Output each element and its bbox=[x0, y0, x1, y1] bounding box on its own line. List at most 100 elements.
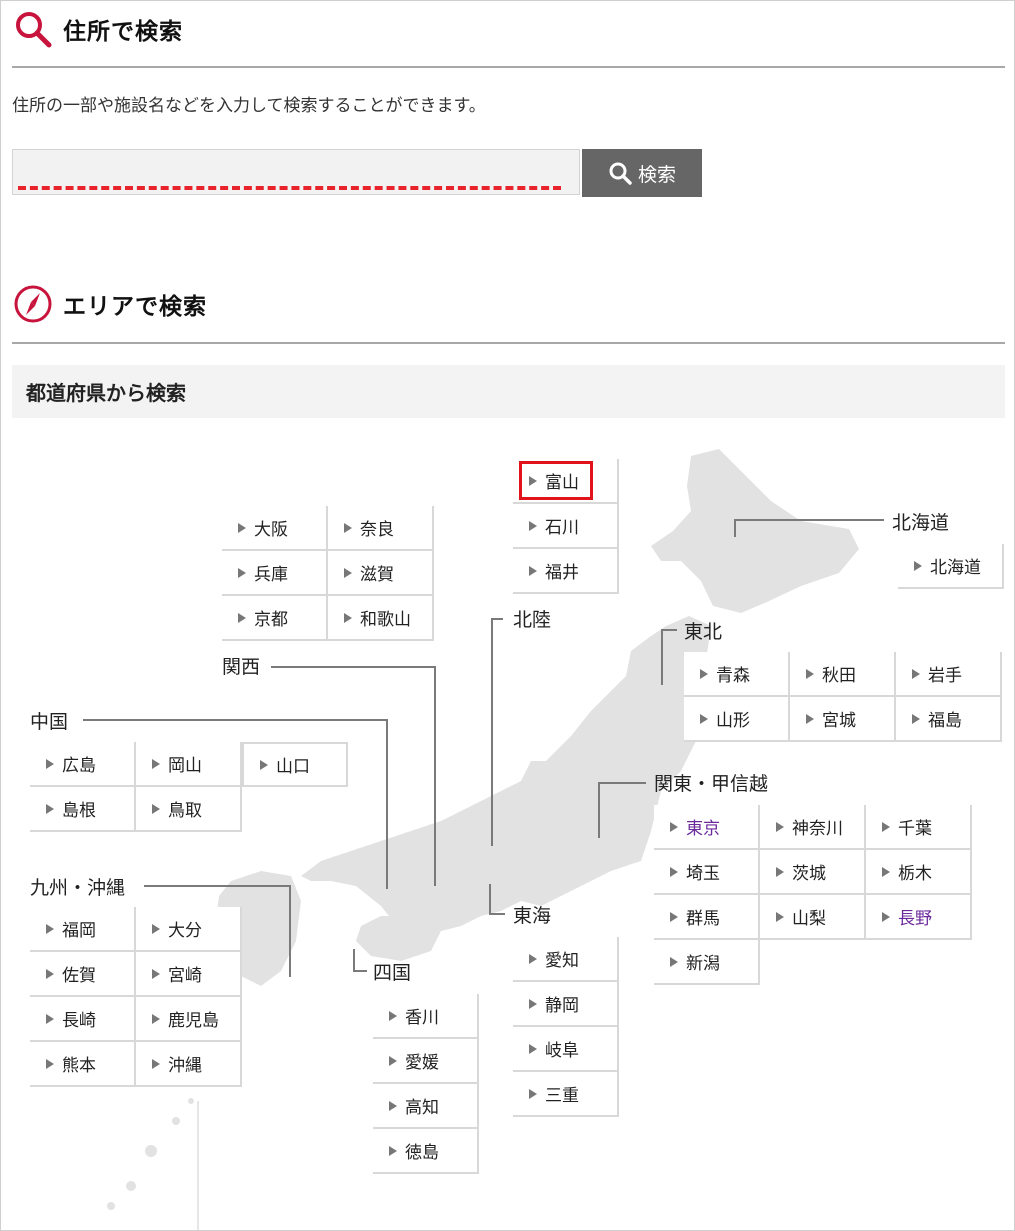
triangle-right-icon bbox=[46, 1013, 54, 1024]
prefecture-link[interactable]: 佐賀 bbox=[30, 952, 136, 997]
prefecture-link[interactable]: 島根 bbox=[30, 787, 136, 832]
triangle-right-icon bbox=[260, 759, 268, 770]
prefecture-label: 鳥取 bbox=[168, 801, 202, 821]
region-label-hokkaido: 北海道 bbox=[892, 512, 950, 534]
triangle-right-icon bbox=[344, 612, 352, 623]
prefecture-label: 千葉 bbox=[898, 819, 932, 839]
prefecture-link[interactable]: 富山 bbox=[513, 459, 619, 504]
triangle-right-icon bbox=[912, 668, 920, 679]
prefecture-link[interactable]: 鳥取 bbox=[136, 787, 242, 832]
prefecture-label: 和歌山 bbox=[360, 610, 411, 630]
kyushu-prefecture-grid: 福岡 大分佐賀 宮崎長崎 鹿児島熊本 沖縄 bbox=[30, 907, 242, 1087]
prefecture-link[interactable]: 熊本 bbox=[30, 1042, 136, 1087]
triangle-right-icon bbox=[670, 956, 678, 967]
prefecture-link[interactable]: 山梨 bbox=[760, 895, 866, 940]
prefecture-link[interactable]: 沖縄 bbox=[136, 1042, 242, 1087]
triangle-right-icon bbox=[529, 998, 537, 1009]
kanto-prefecture-grid: 東京 神奈川 千葉埼玉 茨城 栃木群馬 山梨 長野新潟 bbox=[654, 805, 972, 985]
prefecture-link[interactable]: 大分 bbox=[136, 907, 242, 952]
triangle-right-icon bbox=[529, 953, 537, 964]
triangle-right-icon bbox=[46, 758, 54, 769]
triangle-right-icon bbox=[882, 821, 890, 832]
prefecture-link[interactable]: 群馬 bbox=[654, 895, 760, 940]
prefecture-link[interactable]: 秋田 bbox=[790, 652, 896, 697]
prefecture-label: 熊本 bbox=[62, 1056, 96, 1076]
region-label-tohoku: 東北 bbox=[684, 621, 723, 643]
prefecture-link[interactable]: 岡山 bbox=[136, 742, 242, 787]
prefecture-link[interactable]: 長崎 bbox=[30, 997, 136, 1042]
prefecture-link[interactable]: 山形 bbox=[684, 697, 790, 742]
prefecture-label: 東京 bbox=[686, 819, 720, 839]
prefecture-link[interactable]: 静岡 bbox=[513, 982, 619, 1027]
prefecture-label: 岐阜 bbox=[545, 1041, 579, 1061]
triangle-right-icon bbox=[152, 758, 160, 769]
prefecture-link[interactable]: 高知 bbox=[373, 1084, 479, 1129]
prefecture-link[interactable]: 東京 bbox=[654, 805, 760, 850]
prefecture-link[interactable]: 愛知 bbox=[513, 937, 619, 982]
triangle-right-icon bbox=[670, 866, 678, 877]
kansai-prefecture-grid: 大阪 奈良兵庫 滋賀京都 和歌山 bbox=[222, 506, 434, 641]
prefecture-label: 神奈川 bbox=[792, 819, 843, 839]
prefecture-link[interactable]: 香川 bbox=[373, 994, 479, 1039]
prefecture-link[interactable]: 広島 bbox=[30, 742, 136, 787]
prefecture-label: 山梨 bbox=[792, 909, 826, 929]
prefecture-link[interactable]: 石川 bbox=[513, 504, 619, 549]
triangle-right-icon bbox=[529, 1043, 537, 1054]
prefecture-link[interactable]: 京都 bbox=[222, 596, 328, 641]
prefecture-label: 三重 bbox=[545, 1086, 579, 1106]
prefecture-link[interactable]: 愛媛 bbox=[373, 1039, 479, 1084]
prefecture-label: 秋田 bbox=[822, 666, 856, 686]
prefecture-link[interactable]: 福井 bbox=[513, 549, 619, 594]
prefecture-link[interactable]: 宮城 bbox=[790, 697, 896, 742]
prefecture-link[interactable]: 北海道 bbox=[898, 544, 1004, 589]
kanto-connector bbox=[598, 782, 646, 784]
prefecture-link[interactable]: 千葉 bbox=[866, 805, 972, 850]
tokai-connector bbox=[489, 884, 491, 914]
prefecture-link[interactable]: 岩手 bbox=[896, 652, 1002, 697]
prefecture-label: 福井 bbox=[545, 563, 579, 583]
prefecture-label: 佐賀 bbox=[62, 966, 96, 986]
prefecture-link[interactable]: 鹿児島 bbox=[136, 997, 242, 1042]
tokai-connector bbox=[489, 913, 505, 915]
triangle-right-icon bbox=[529, 565, 537, 576]
tohoku-connector bbox=[661, 629, 677, 631]
prefecture-link[interactable]: 栃木 bbox=[866, 850, 972, 895]
prefecture-label: 滋賀 bbox=[360, 565, 394, 585]
prefecture-label: 京都 bbox=[254, 610, 288, 630]
prefecture-link[interactable]: 和歌山 bbox=[328, 596, 434, 641]
prefecture-label: 鹿児島 bbox=[168, 1011, 219, 1031]
triangle-right-icon bbox=[389, 1055, 397, 1066]
triangle-right-icon bbox=[700, 713, 708, 724]
prefecture-link[interactable]: 大阪 bbox=[222, 506, 328, 551]
prefecture-link[interactable]: 埼玉 bbox=[654, 850, 760, 895]
prefecture-link[interactable]: 福岡 bbox=[30, 907, 136, 952]
prefecture-link[interactable]: 宮崎 bbox=[136, 952, 242, 997]
prefecture-link[interactable]: 滋賀 bbox=[328, 551, 434, 596]
prefecture-link[interactable]: 新潟 bbox=[654, 940, 760, 985]
prefecture-link[interactable]: 神奈川 bbox=[760, 805, 866, 850]
triangle-right-icon bbox=[529, 1088, 537, 1099]
prefecture-link[interactable]: 岐阜 bbox=[513, 1027, 619, 1072]
triangle-right-icon bbox=[806, 668, 814, 679]
triangle-right-icon bbox=[46, 923, 54, 934]
prefecture-link[interactable]: 福島 bbox=[896, 697, 1002, 742]
prefecture-link[interactable]: 徳島 bbox=[373, 1129, 479, 1174]
prefecture-link[interactable]: 兵庫 bbox=[222, 551, 328, 596]
prefecture-label: 長崎 bbox=[62, 1011, 96, 1031]
kanto-connector bbox=[598, 782, 600, 838]
prefecture-label: 兵庫 bbox=[254, 565, 288, 585]
chugoku-connector bbox=[386, 719, 388, 889]
prefecture-link[interactable]: 茨城 bbox=[760, 850, 866, 895]
tokai-prefecture-grid: 愛知 静岡岐阜三重 bbox=[513, 937, 619, 1117]
prefecture-link[interactable]: 奈良 bbox=[328, 506, 434, 551]
triangle-right-icon bbox=[529, 475, 537, 486]
prefecture-label: 奈良 bbox=[360, 520, 394, 540]
prefecture-link[interactable]: 長野 bbox=[866, 895, 972, 940]
prefecture-link[interactable]: 青森 bbox=[684, 652, 790, 697]
kyushu-connector bbox=[144, 885, 290, 887]
region-label-hokuriku: 北陸 bbox=[513, 609, 552, 631]
region-label-kansai: 関西 bbox=[222, 656, 261, 678]
prefecture-link[interactable]: 三重 bbox=[513, 1072, 619, 1117]
prefecture-link[interactable]: 山口 bbox=[242, 742, 348, 787]
triangle-right-icon bbox=[46, 1058, 54, 1069]
